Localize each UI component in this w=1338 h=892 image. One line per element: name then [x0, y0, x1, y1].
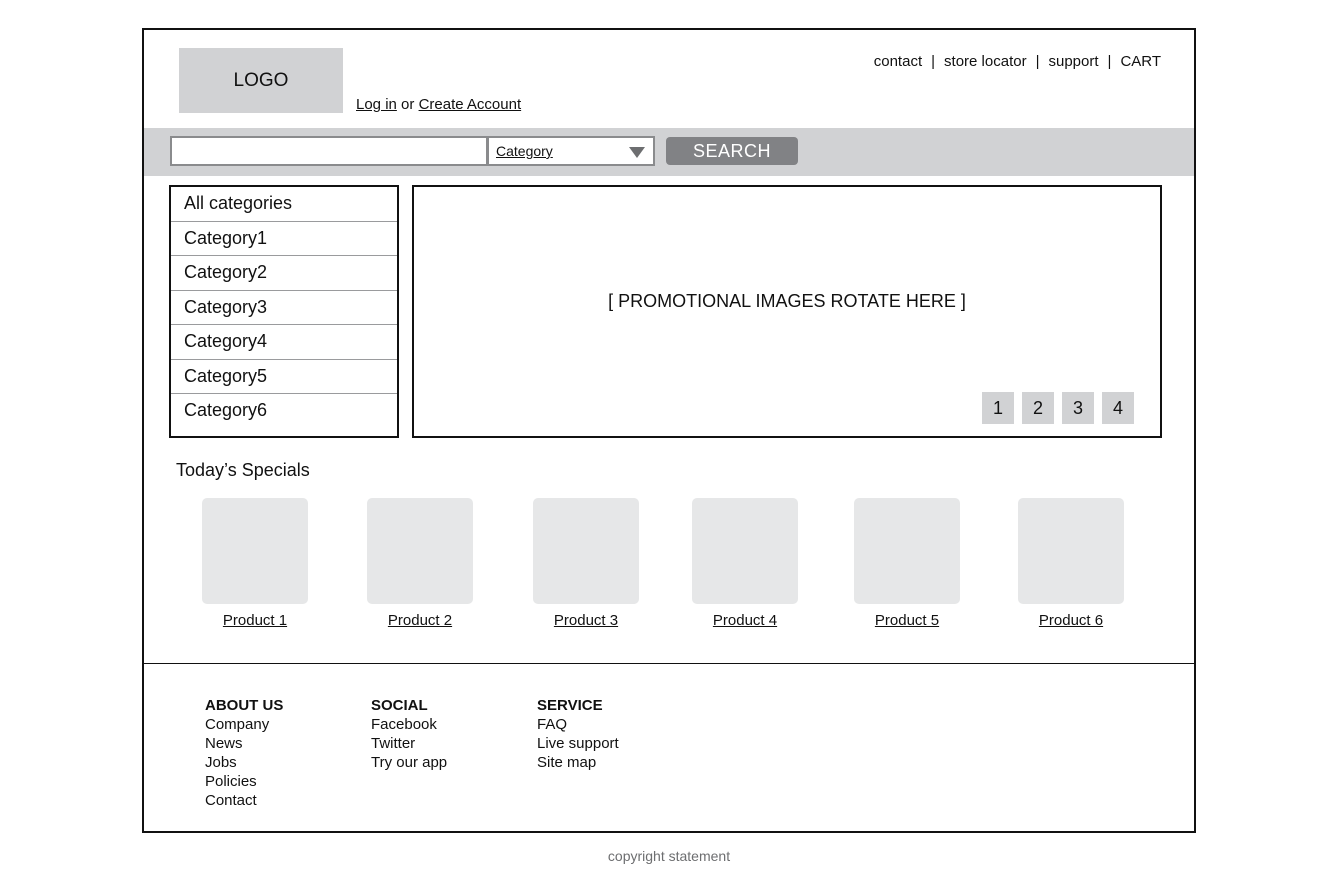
footer-link-contact[interactable]: Contact	[205, 791, 283, 810]
footer-divider	[144, 663, 1194, 664]
login-link[interactable]: Log in	[356, 96, 397, 113]
nav-separator: |	[1035, 53, 1040, 70]
product-link[interactable]: Product 1	[182, 612, 328, 629]
footer-link-faq[interactable]: FAQ	[537, 715, 619, 734]
category-select-label: Category	[496, 143, 553, 159]
footer-link-facebook[interactable]: Facebook	[371, 715, 447, 734]
auth-links: Log in or Create Account	[356, 96, 521, 113]
carousel-page-1[interactable]: 1	[982, 392, 1014, 424]
category-item-4[interactable]: Category4	[171, 325, 397, 360]
footer-link-app[interactable]: Try our app	[371, 753, 447, 772]
search-button[interactable]: SEARCH	[666, 137, 798, 165]
category-item-6[interactable]: Category6	[171, 394, 397, 428]
footer-heading: SERVICE	[537, 697, 603, 714]
product-thumbnail[interactable]	[692, 498, 798, 604]
footer-link-site-map[interactable]: Site map	[537, 753, 619, 772]
product-link[interactable]: Product 2	[347, 612, 493, 629]
category-list: All categories Category1 Category2 Categ…	[169, 185, 399, 438]
category-item-1[interactable]: Category1	[171, 222, 397, 256]
auth-or-text: or	[401, 96, 415, 113]
category-item-2[interactable]: Category2	[171, 256, 397, 291]
product-card[interactable]: Product 5	[854, 498, 960, 629]
footer-column-about: ABOUT US Company News Jobs Policies Cont…	[205, 696, 283, 810]
product-thumbnail[interactable]	[202, 498, 308, 604]
product-thumbnail[interactable]	[533, 498, 639, 604]
product-card[interactable]: Product 1	[202, 498, 308, 629]
footer-link-live-support[interactable]: Live support	[537, 734, 619, 753]
search-input[interactable]	[170, 136, 488, 166]
product-link[interactable]: Product 6	[998, 612, 1144, 629]
category-select[interactable]: Category	[487, 136, 655, 166]
nav-store-locator[interactable]: store locator	[944, 53, 1027, 70]
product-card[interactable]: Product 6	[1018, 498, 1124, 629]
carousel-page-2[interactable]: 2	[1022, 392, 1054, 424]
promo-carousel[interactable]: [ PROMOTIONAL IMAGES ROTATE HERE ] 1 2 3…	[412, 185, 1162, 438]
footer-column-social: SOCIAL Facebook Twitter Try our app	[371, 696, 447, 772]
category-item-3[interactable]: Category3	[171, 291, 397, 325]
specials-title: Today’s Specials	[176, 460, 310, 480]
product-card[interactable]: Product 3	[533, 498, 639, 629]
nav-support[interactable]: support	[1048, 53, 1098, 70]
product-link[interactable]: Product 4	[672, 612, 818, 629]
product-thumbnail[interactable]	[854, 498, 960, 604]
nav-cart[interactable]: CART	[1120, 53, 1161, 70]
nav-separator: |	[931, 53, 936, 70]
nav-contact[interactable]: contact	[874, 53, 922, 70]
category-item-all[interactable]: All categories	[171, 187, 397, 222]
nav-separator: |	[1107, 53, 1112, 70]
footer-heading: ABOUT US	[205, 697, 284, 714]
carousel-page-3[interactable]: 3	[1062, 392, 1094, 424]
category-item-5[interactable]: Category5	[171, 360, 397, 394]
logo[interactable]: LOGO	[179, 48, 343, 113]
footer-link-company[interactable]: Company	[205, 715, 283, 734]
page-frame: LOGO Log in or Create Account contact | …	[142, 28, 1196, 833]
product-link[interactable]: Product 5	[834, 612, 980, 629]
caret-down-icon	[629, 147, 645, 158]
footer-link-policies[interactable]: Policies	[205, 772, 283, 791]
footer-link-news[interactable]: News	[205, 734, 283, 753]
carousel-pagination: 1 2 3 4	[982, 392, 1134, 424]
footer-link-twitter[interactable]: Twitter	[371, 734, 447, 753]
footer-heading: SOCIAL	[371, 697, 428, 714]
create-account-link[interactable]: Create Account	[419, 96, 522, 113]
product-card[interactable]: Product 4	[692, 498, 798, 629]
promo-placeholder-text: [ PROMOTIONAL IMAGES ROTATE HERE ]	[608, 291, 966, 311]
product-thumbnail[interactable]	[367, 498, 473, 604]
top-nav: contact | store locator | support | CART	[874, 53, 1161, 70]
product-thumbnail[interactable]	[1018, 498, 1124, 604]
carousel-page-4[interactable]: 4	[1102, 392, 1134, 424]
copyright-text: copyright statement	[607, 848, 731, 864]
product-card[interactable]: Product 2	[367, 498, 473, 629]
footer-link-jobs[interactable]: Jobs	[205, 753, 283, 772]
product-link[interactable]: Product 3	[513, 612, 659, 629]
footer-column-service: SERVICE FAQ Live support Site map	[537, 696, 619, 772]
search-bar: Category SEARCH	[144, 128, 1194, 176]
